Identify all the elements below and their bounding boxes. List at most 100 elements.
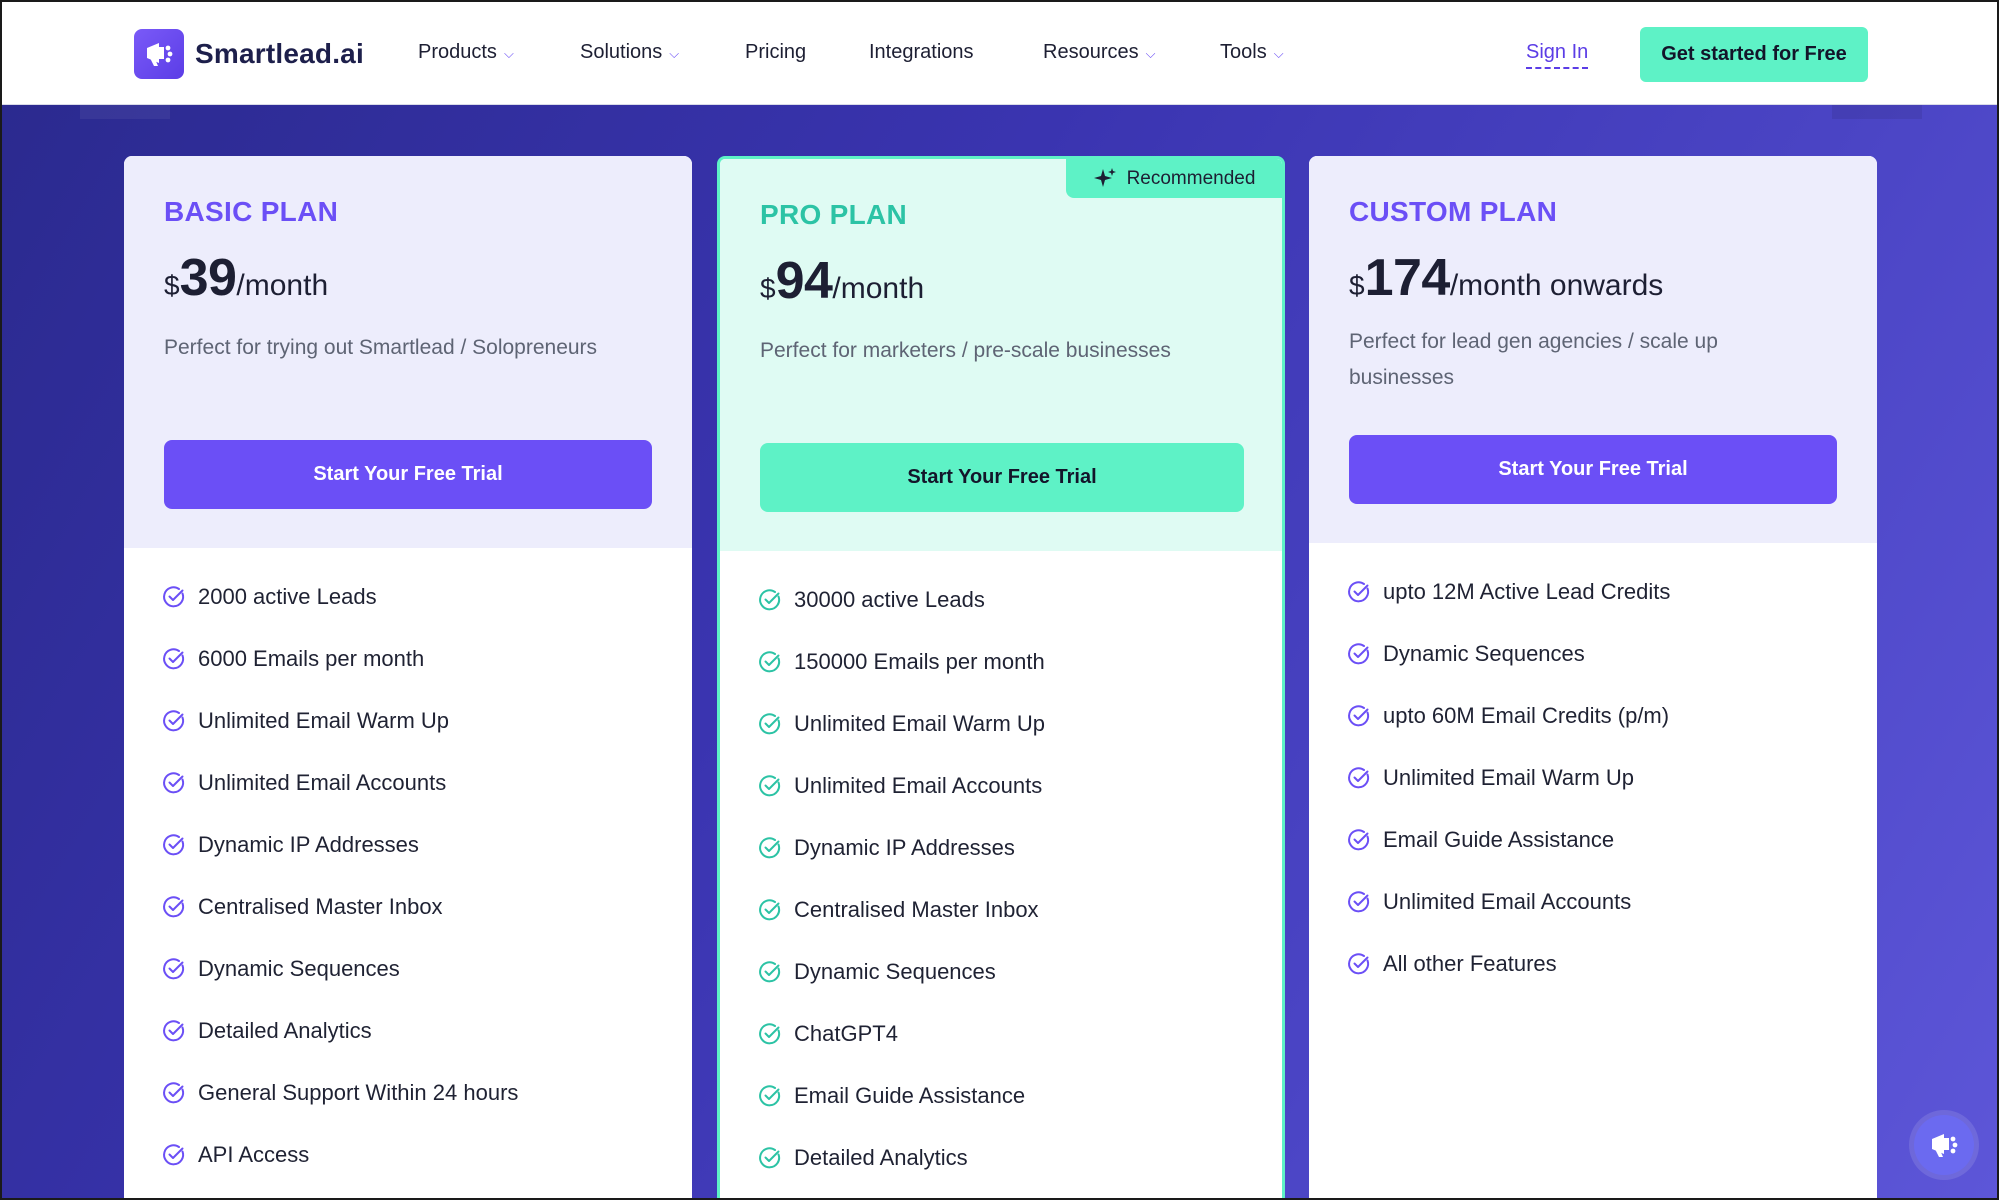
- check-circle-icon: [758, 588, 782, 612]
- feature-label: Dynamic Sequences: [794, 959, 996, 984]
- feature-item: Dynamic IP Addresses: [758, 817, 1045, 879]
- feature-item: Dynamic Sequences: [1347, 623, 1670, 685]
- price-amount: 174: [1364, 249, 1451, 307]
- check-circle-icon: [162, 1019, 186, 1043]
- get-started-button[interactable]: Get started for Free: [1640, 27, 1868, 82]
- check-circle-icon: [1347, 704, 1371, 728]
- plan-price: $ 174 /month onwards: [1349, 248, 1663, 308]
- feature-item: All other Features: [1347, 933, 1670, 995]
- feature-item: Dynamic IP Addresses: [162, 814, 518, 876]
- feature-item: Unlimited Email Accounts: [758, 755, 1045, 817]
- feature-label: upto 60M Email Credits (p/m): [1383, 703, 1670, 728]
- feature-label: Unlimited Email Warm Up: [198, 708, 450, 733]
- chevron-down-icon: ⌵: [503, 45, 514, 61]
- feature-label: 2000 active Leads: [198, 584, 377, 609]
- price-amount: 39: [179, 249, 237, 307]
- feature-label: Centralised Master Inbox: [794, 897, 1039, 922]
- price-period: /month: [236, 269, 329, 302]
- feature-item: Dynamic Sequences: [162, 938, 518, 1000]
- feature-label: Dynamic Sequences: [198, 956, 400, 981]
- start-free-trial-button[interactable]: Start Your Free Trial: [760, 443, 1244, 512]
- feature-item: Email Guide Assistance: [758, 1065, 1045, 1127]
- feature-label: Dynamic Sequences: [1383, 641, 1585, 666]
- check-circle-icon: [758, 712, 782, 736]
- feature-item: Detailed Analytics: [758, 1127, 1045, 1189]
- feature-label: Unlimited Email Warm Up: [794, 711, 1046, 736]
- pricing-card-basic: BASIC PLAN $ 39 /month Perfect for tryin…: [124, 156, 692, 1198]
- megaphone-icon: [134, 29, 184, 79]
- check-circle-icon: [162, 647, 186, 671]
- check-circle-icon: [758, 650, 782, 674]
- feature-item: 30000 active Leads: [758, 569, 1045, 631]
- nav-integrations[interactable]: Integrations: [869, 41, 974, 64]
- price-amount: 94: [775, 252, 833, 310]
- feature-item: Unlimited Email Warm Up: [758, 693, 1045, 755]
- plan-price: $ 39 /month: [164, 248, 328, 308]
- check-circle-icon: [758, 774, 782, 798]
- feature-label: Unlimited Email Warm Up: [1383, 765, 1635, 790]
- brand-logo[interactable]: Smartlead.ai: [134, 29, 364, 79]
- check-circle-icon: [162, 1143, 186, 1167]
- check-circle-icon: [162, 709, 186, 733]
- chevron-down-icon: ⌵: [1145, 45, 1156, 61]
- recommended-badge: Recommended: [1066, 159, 1282, 198]
- nav-pricing[interactable]: Pricing: [745, 41, 806, 64]
- plan-title: PRO PLAN: [760, 199, 908, 230]
- start-free-trial-button[interactable]: Start Your Free Trial: [1349, 435, 1837, 504]
- feature-label: General Support Within 24 hours: [198, 1080, 519, 1105]
- card-header: Recommended PRO PLAN $ 94 /month Perfect…: [720, 159, 1282, 551]
- nav-label: Solutions: [580, 41, 663, 63]
- check-circle-icon: [758, 1146, 782, 1170]
- decorative-shape: [1832, 105, 1922, 119]
- feature-label: Unlimited Email Accounts: [198, 770, 447, 795]
- plan-title: BASIC PLAN: [164, 196, 339, 227]
- megaphone-chat-icon: [1932, 1134, 1958, 1157]
- price-currency: $: [1349, 270, 1365, 301]
- feature-item: Dynamic Sequences: [758, 941, 1045, 1003]
- check-circle-icon: [758, 960, 782, 984]
- plan-description: Perfect for trying out Smartlead / Solop…: [164, 336, 598, 359]
- feature-item: Centralised Master Inbox: [162, 876, 518, 938]
- nav-products[interactable]: Products ⌵: [418, 41, 514, 64]
- feature-label: Unlimited Email Accounts: [1383, 889, 1632, 914]
- feature-label: 150000 Emails per month: [794, 649, 1045, 674]
- price-period: /month onwards: [1449, 269, 1664, 302]
- nav-tools[interactable]: Tools ⌵: [1220, 41, 1284, 64]
- feature-label: Email Guide Assistance: [1383, 827, 1615, 852]
- feature-item: Centralised Master Inbox: [758, 879, 1045, 941]
- feature-item: API Access: [162, 1124, 518, 1186]
- feature-label: Dynamic IP Addresses: [198, 832, 419, 857]
- feature-item: Detailed Analytics: [162, 1000, 518, 1062]
- feature-label: Email Guide Assistance: [794, 1083, 1026, 1108]
- check-circle-icon: [1347, 580, 1371, 604]
- nav-solutions[interactable]: Solutions ⌵: [580, 41, 679, 64]
- feature-label: Centralised Master Inbox: [198, 894, 443, 919]
- feature-item: upto 60M Email Credits (p/m): [1347, 685, 1670, 747]
- feature-label: All other Features: [1383, 951, 1557, 976]
- plan-description: Perfect for marketers / pre-scale busine…: [760, 339, 1171, 362]
- feature-label: Dynamic IP Addresses: [794, 835, 1015, 860]
- feature-item: Unlimited Email Accounts: [162, 752, 518, 814]
- plan-price: $ 94 /month: [760, 251, 924, 311]
- top-navigation: Smartlead.ai Products ⌵ Solutions ⌵ Pric…: [2, 2, 1997, 105]
- chevron-down-icon: ⌵: [669, 45, 680, 61]
- feature-item: Unlimited Email Accounts: [1347, 871, 1670, 933]
- nav-resources[interactable]: Resources ⌵: [1043, 41, 1155, 64]
- check-circle-icon: [1347, 890, 1371, 914]
- feature-item: 150000 Emails per month: [758, 631, 1045, 693]
- feature-label: ChatGPT4: [794, 1021, 898, 1046]
- check-circle-icon: [1347, 642, 1371, 666]
- feature-item: ChatGPT4: [758, 1003, 1045, 1065]
- sign-in-link[interactable]: Sign In: [1526, 41, 1589, 69]
- start-free-trial-button[interactable]: Start Your Free Trial: [164, 440, 652, 509]
- check-circle-icon: [162, 585, 186, 609]
- feature-item: 6000 Emails per month: [162, 628, 518, 690]
- feature-label: 30000 active Leads: [794, 587, 985, 612]
- chevron-down-icon: ⌵: [1273, 45, 1284, 61]
- check-circle-icon: [758, 1022, 782, 1046]
- feature-list: upto 12M Active Lead Credits Dynamic Seq…: [1347, 561, 1670, 995]
- feature-label: Detailed Analytics: [198, 1018, 372, 1043]
- chat-launcher-button[interactable]: [1914, 1115, 1974, 1175]
- card-header: BASIC PLAN $ 39 /month Perfect for tryin…: [124, 156, 692, 548]
- nav-label: Resources: [1043, 41, 1139, 63]
